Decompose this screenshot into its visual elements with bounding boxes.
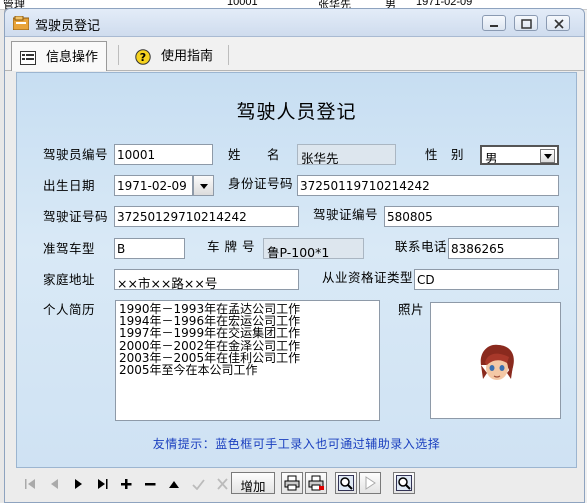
printer-icon: [284, 475, 300, 491]
close-button[interactable]: [546, 15, 570, 31]
birth-date-dropdown-button[interactable]: [193, 175, 214, 196]
window-title: 驾驶员登记: [35, 19, 101, 34]
phone-label: 联系电话: [395, 239, 448, 254]
minimize-icon: [490, 25, 498, 27]
tab-divider: [228, 45, 229, 65]
driver-no-field[interactable]: 10001: [114, 144, 213, 165]
chevron-down-icon: [544, 154, 552, 159]
photo-label: 照片: [398, 302, 425, 317]
magnifier-icon: [338, 475, 354, 491]
birth-date-field[interactable]: 1971-02-09: [114, 175, 193, 196]
gender-label: 性 别: [425, 147, 465, 162]
maximize-button[interactable]: [514, 15, 538, 31]
driver-registration-window: 驾驶员登记 信息操作 ? 使用指南 驾驶人员登记 驾驶员编号 10001 姓 名…: [4, 8, 585, 503]
name-label: 姓 名: [228, 147, 281, 162]
first-record-button[interactable]: [21, 474, 41, 494]
zoom-icon: [396, 475, 412, 491]
id-card-label: 身份证号码: [228, 176, 294, 191]
qualification-label: 从业资格证类型: [322, 270, 414, 285]
background-cell: 1971-02-09: [416, 0, 473, 8]
id-card-field[interactable]: 37250119710214242: [297, 175, 559, 196]
next-record-button[interactable]: [69, 474, 89, 494]
license-id-field[interactable]: 580805: [384, 206, 559, 227]
last-record-icon: [98, 479, 108, 489]
check-icon: [192, 479, 205, 490]
resume-label: 个人简历: [43, 302, 96, 317]
gender-value: 男: [485, 151, 498, 165]
run-button[interactable]: [359, 472, 381, 494]
add-button[interactable]: 增加: [231, 472, 275, 494]
info-list-icon: [20, 50, 36, 65]
edit-triangle-icon: [169, 481, 179, 488]
maximize-icon: [521, 19, 532, 29]
insert-record-button[interactable]: [117, 474, 137, 494]
printer-red-icon: [308, 475, 324, 491]
resume-line: 1997年－1999年在交运集团工作: [119, 326, 301, 341]
driver-photo: [480, 344, 514, 380]
hint-text: 友情提示：蓝色框可手工录入也可通过辅助录入选择: [152, 437, 441, 451]
first-record-icon: [25, 479, 35, 489]
record-toolbar: 增加: [13, 471, 578, 497]
previous-record-button[interactable]: [45, 474, 65, 494]
edit-record-button[interactable]: [165, 474, 185, 494]
tab-label: 使用指南: [161, 49, 214, 64]
vehicle-class-label: 准驾车型: [43, 241, 96, 256]
gender-select[interactable]: 男: [480, 145, 559, 165]
search-button[interactable]: [335, 472, 357, 494]
print-button[interactable]: [281, 472, 303, 494]
license-id-label: 驾驶证编号: [313, 207, 379, 222]
plate-label: 车 牌 号: [207, 239, 255, 254]
minus-icon: [145, 483, 156, 486]
plus-icon: [121, 479, 132, 489]
previous-record-icon: [51, 479, 58, 489]
resume-textarea[interactable]: 1990年－1993年在孟达公司工作 1994年－1996年在宏运公司工作 19…: [115, 300, 380, 421]
photo-box[interactable]: [430, 302, 561, 419]
tab-user-guide[interactable]: ? 使用指南: [127, 41, 221, 67]
gender-dropdown-button[interactable]: [540, 149, 555, 163]
tab-info-operation[interactable]: 信息操作: [11, 41, 108, 71]
chevron-down-icon: [200, 184, 208, 189]
driver-no-label: 驾驶员编号: [43, 147, 109, 162]
print-preview-button[interactable]: [305, 472, 327, 494]
zoom-button[interactable]: [393, 472, 415, 494]
background-cell: 10001: [227, 0, 258, 8]
next-record-icon: [75, 479, 82, 489]
name-field[interactable]: 张华先: [297, 144, 396, 165]
minimize-button[interactable]: [482, 15, 506, 31]
license-no-field[interactable]: 37250129710214242: [114, 206, 299, 227]
qualification-field[interactable]: CD: [414, 269, 559, 290]
address-field[interactable]: ××市××路××号: [114, 269, 299, 290]
phone-field[interactable]: 8386265: [448, 238, 559, 259]
tab-bar: 信息操作 ? 使用指南: [5, 37, 584, 71]
post-record-button[interactable]: [189, 474, 209, 494]
resume-line: 2000年－2002年在金泽公司工作: [119, 338, 301, 353]
vehicle-class-field[interactable]: B: [114, 238, 185, 259]
help-icon: ?: [135, 48, 151, 65]
form-title: 驾驶人员登记: [236, 101, 357, 123]
address-label: 家庭地址: [43, 272, 96, 287]
app-form-icon: [13, 16, 29, 30]
tab-divider: [118, 45, 119, 65]
tab-label: 信息操作: [46, 50, 99, 65]
resume-line: 2005年至今在本公司工作: [119, 363, 258, 378]
driver-form-panel: 驾驶人员登记 驾驶员编号 10001 姓 名 张华先 性 别 男 出生日期 19…: [16, 72, 577, 468]
last-record-button[interactable]: [93, 474, 113, 494]
plate-field[interactable]: 鲁P-100*1: [263, 238, 364, 259]
svg-text:?: ?: [140, 51, 146, 64]
title-bar[interactable]: 驾驶员登记: [5, 9, 584, 37]
birth-date-label: 出生日期: [43, 178, 96, 193]
license-no-label: 驾驶证号码: [43, 209, 109, 224]
cancel-edit-button[interactable]: [213, 474, 233, 494]
cancel-x-icon: [217, 478, 228, 490]
play-icon: [365, 476, 376, 490]
delete-record-button[interactable]: [141, 474, 161, 494]
close-icon: [554, 19, 564, 29]
